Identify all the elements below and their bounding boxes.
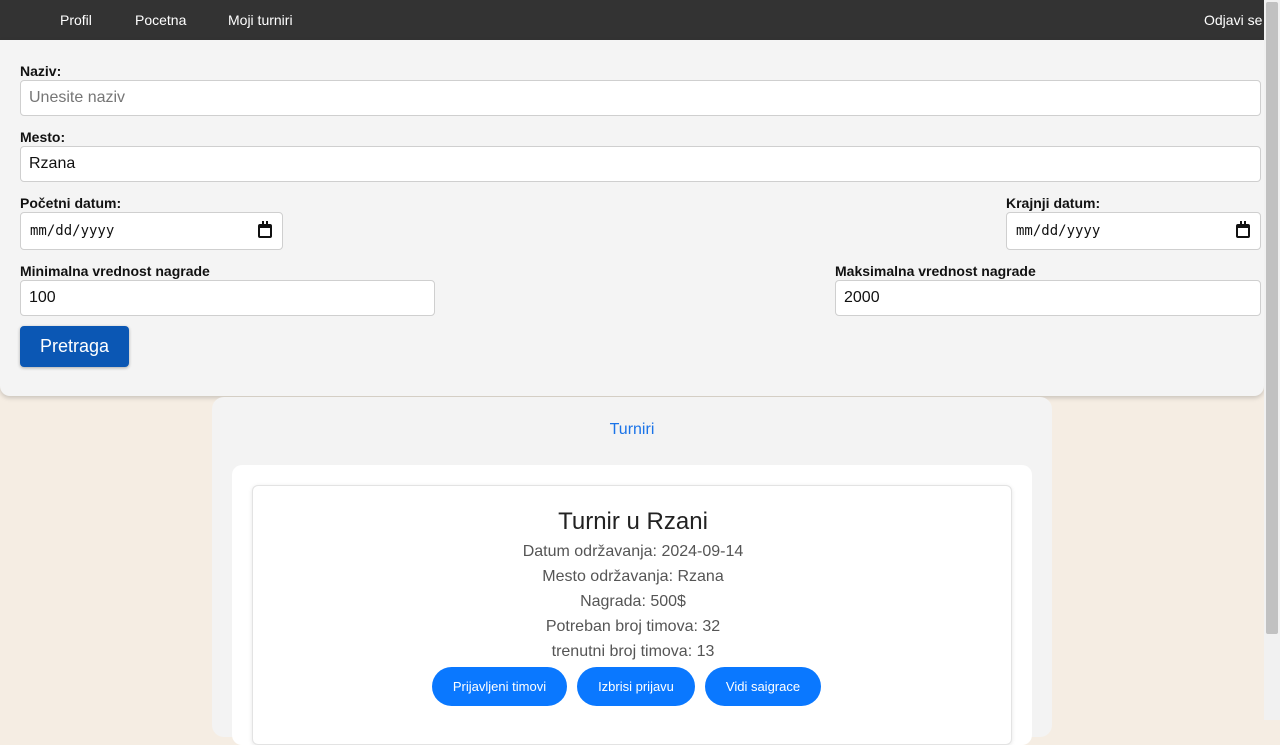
tournament-title: Turnir u Rzani	[558, 508, 708, 535]
calendar-icon[interactable]	[1236, 221, 1250, 238]
izbrisi-prijavu-button[interactable]: Izbrisi prijavu	[577, 667, 695, 706]
krajnji-datum-value: mm/dd/yyyy	[1016, 223, 1101, 239]
vidi-saigrace-button[interactable]: Vidi saigrace	[705, 667, 821, 706]
nav-profil-link[interactable]: Profil	[60, 0, 92, 40]
nav-pocetna-link[interactable]: Pocetna	[135, 0, 186, 40]
calendar-icon[interactable]	[258, 221, 272, 238]
tournament-card: Turnir u Rzani Datum održavanja: 2024-09…	[252, 485, 1012, 745]
krajnji-datum-label: Krajnji datum:	[1006, 195, 1101, 211]
search-button[interactable]: Pretraga	[20, 326, 129, 367]
scrollbar-thumb[interactable]	[1266, 2, 1278, 634]
nav-logout-link[interactable]: Odjavi se	[1204, 0, 1262, 40]
tournaments-list: Turnir u Rzani Datum održavanja: 2024-09…	[232, 465, 1032, 745]
tournament-datum: Datum održavanja: 2024-09-14	[522, 543, 744, 560]
mesto-input[interactable]: Rzana	[20, 146, 1261, 182]
max-nagrada-input[interactable]: 2000	[835, 280, 1261, 316]
navbar: Profil Pocetna Moji turniri Odjavi se	[0, 0, 1264, 40]
pocetni-datum-value: mm/dd/yyyy	[30, 223, 115, 239]
tournament-nagrada: Nagrada: 500$	[580, 593, 686, 610]
naziv-label: Naziv:	[20, 63, 62, 79]
page-scrollbar[interactable]	[1264, 0, 1280, 720]
search-filter-panel: Naziv: Unesite naziv Mesto: Rzana Početn…	[0, 40, 1264, 396]
min-nagrada-input[interactable]: 100	[20, 280, 435, 316]
nav-moji-turniri-link[interactable]: Moji turniri	[228, 0, 293, 40]
tournament-trenutni-broj: trenutni broj timova: 13	[551, 643, 715, 660]
tournaments-section: Turniri Turnir u Rzani Datum održavanja:…	[212, 397, 1052, 745]
mesto-label: Mesto:	[20, 129, 66, 145]
max-nagrada-label: Maksimalna vrednost nagrade	[835, 263, 1036, 279]
naziv-input[interactable]: Unesite naziv	[20, 80, 1261, 116]
pocetni-datum-input[interactable]: mm/dd/yyyy	[20, 212, 283, 250]
tournament-mesto: Mesto održavanja: Rzana	[542, 568, 724, 585]
tournaments-title: Turniri	[609, 421, 655, 438]
pocetni-datum-label: Početni datum:	[20, 195, 122, 211]
min-nagrada-label: Minimalna vrednost nagrade	[20, 263, 210, 279]
krajnji-datum-input[interactable]: mm/dd/yyyy	[1006, 212, 1261, 250]
prijavljeni-timovi-button[interactable]: Prijavljeni timovi	[432, 667, 567, 706]
tournament-potreban-broj: Potreban broj timova: 32	[545, 618, 721, 635]
